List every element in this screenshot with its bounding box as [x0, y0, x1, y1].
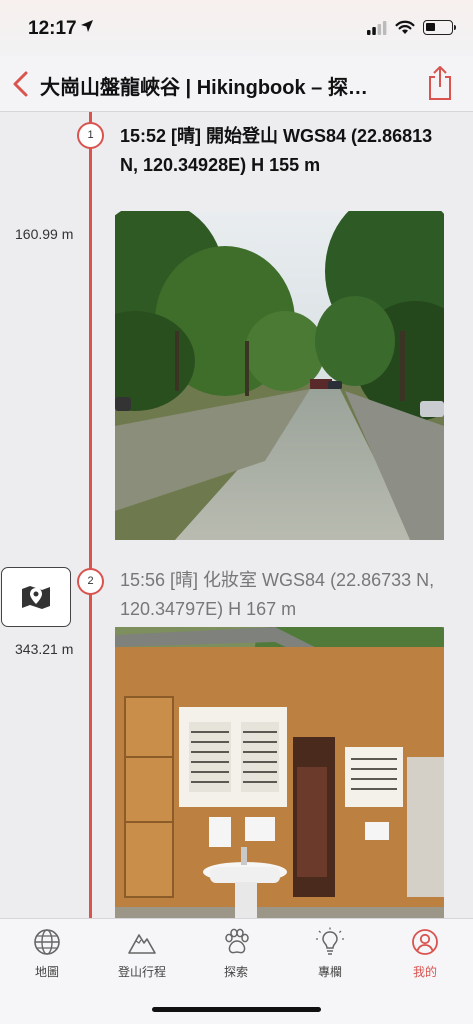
battery-icon	[423, 20, 456, 35]
location-arrow-icon	[81, 20, 93, 32]
paw-icon	[225, 928, 249, 954]
globe-icon	[34, 929, 60, 955]
map-button[interactable]	[1, 567, 71, 627]
status-time: 12:17	[28, 18, 77, 39]
chevron-left-icon	[13, 71, 28, 97]
tab-column[interactable]: 專欄	[290, 927, 370, 980]
tab-bar: 地圖 登山行程 探索 專欄 我的	[0, 918, 473, 1024]
tab-label: 專欄	[317, 965, 342, 979]
lightbulb-icon	[316, 927, 344, 955]
share-button[interactable]	[425, 64, 455, 102]
share-icon	[429, 66, 451, 100]
waypoint-marker[interactable]: 2	[77, 568, 104, 595]
home-indicator	[152, 1007, 321, 1012]
page-title: 大崗山盤龍峽谷 | Hikingbook – 探…	[40, 77, 368, 99]
timeline-line	[89, 112, 92, 918]
map-pin-icon	[22, 586, 50, 609]
cellular-signal-icon	[367, 20, 387, 35]
user-circle-icon	[412, 929, 438, 955]
forest-road-image	[115, 211, 444, 540]
tab-label: 登山行程	[117, 965, 166, 979]
forest-road-photo[interactable]	[115, 211, 444, 540]
mountain-icon	[128, 934, 156, 954]
waypoint-title: 15:56 [晴] 化妝室 WGS84 (22.86733 N, 120.347…	[120, 570, 435, 619]
back-button[interactable]	[6, 66, 36, 102]
timeline-content[interactable]: 1 160.99 m 15:52 [晴] 開始登山 WGS84 (22.8681…	[0, 112, 473, 918]
waypoint-title: 15:52 [晴] 開始登山 WGS84 (22.86813 N, 120.34…	[120, 126, 433, 175]
waypoint-distance: 343.21 m	[15, 641, 74, 657]
tab-me[interactable]: 我的	[385, 927, 465, 980]
waypoint-distance: 160.99 m	[15, 226, 74, 242]
tab-label: 地圖	[34, 965, 59, 979]
tab-explore[interactable]: 探索	[196, 927, 276, 980]
tab-map[interactable]: 地圖	[7, 927, 87, 980]
nav-bar: 大崗山盤龍峽谷 | Hikingbook – 探…	[0, 56, 473, 112]
tab-label: 我的	[412, 965, 437, 979]
waypoint-marker[interactable]: 1	[77, 122, 104, 149]
restroom-building-photo[interactable]	[115, 627, 444, 918]
restroom-building-image	[115, 627, 444, 918]
tab-label: 探索	[223, 965, 248, 979]
wifi-icon	[395, 20, 415, 34]
tab-hiking-trips[interactable]: 登山行程	[102, 927, 182, 980]
status-icons	[367, 20, 456, 35]
status-bar: 12:17	[0, 0, 473, 56]
